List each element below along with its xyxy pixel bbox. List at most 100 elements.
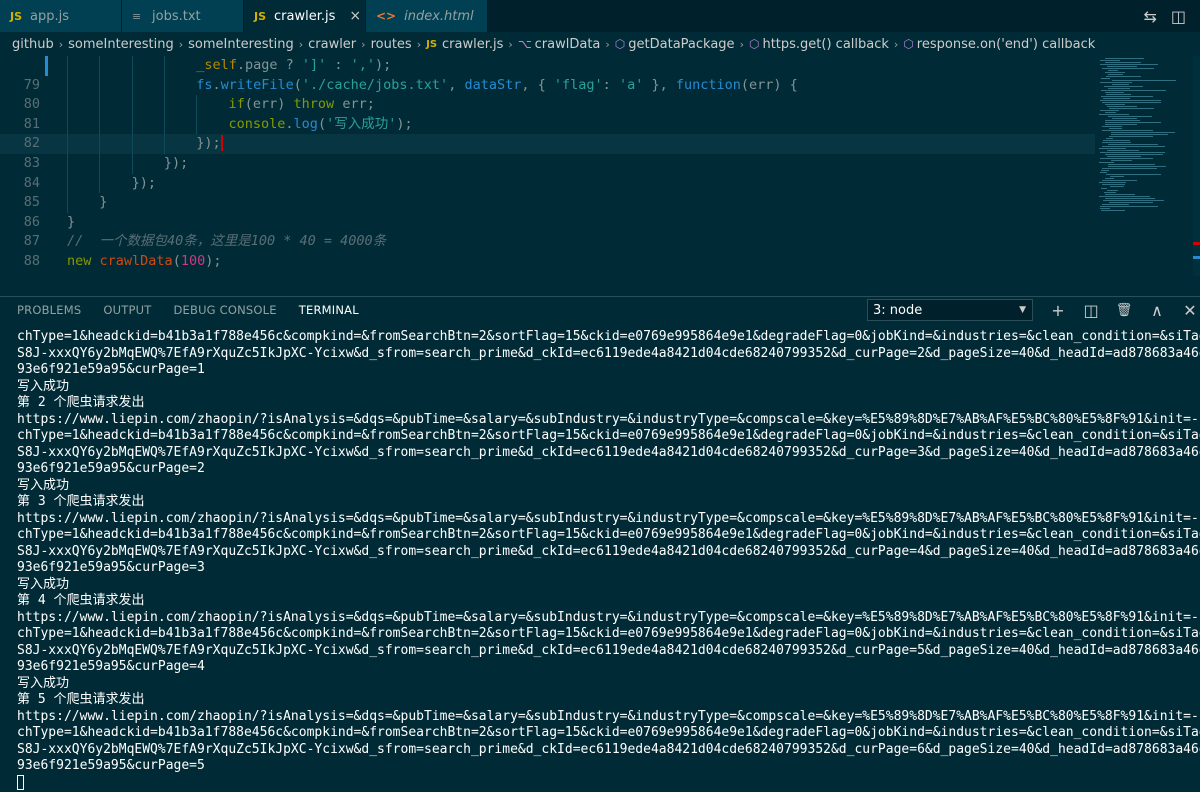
line-number: 80: [23, 96, 40, 113]
code-line[interactable]: _self.page ? ']' : ',');: [0, 56, 1095, 76]
tab-jobs-txt[interactable]: ≡ jobs.txt: [122, 0, 244, 32]
breadcrumb-item[interactable]: routes: [371, 37, 412, 52]
code-line[interactable]: 79 fs.writeFile('./cache/jobs.txt', dataS…: [0, 75, 1095, 96]
minimap-line: [1112, 118, 1137, 119]
minimap-line: [1111, 134, 1168, 135]
code-token: );: [396, 115, 413, 132]
code-line[interactable]: 85}: [0, 193, 1095, 213]
trash-icon[interactable]: 🗑: [1114, 303, 1134, 318]
code-line[interactable]: 81 console.log('写入成功');: [0, 114, 1095, 135]
code-text: fs.writeFile('./cache/jobs.txt', dataStr…: [196, 76, 798, 96]
breadcrumb-symbol[interactable]: crawlData: [535, 37, 601, 52]
indent-guide: [67, 95, 68, 115]
chevron-right-icon: ›: [739, 37, 744, 51]
code-token: fs: [196, 76, 213, 93]
terminal-line: chType=1&headckid=b41b3a1f788e456c&compk…: [17, 329, 1200, 344]
tab-terminal[interactable]: TERMINAL: [299, 303, 359, 317]
minimap-line: [1112, 80, 1176, 81]
method-symbol-icon: ⬡: [903, 37, 914, 51]
code-token: console: [228, 115, 286, 132]
breadcrumb: github › someInteresting › someInteresti…: [0, 32, 1200, 56]
maximize-panel-icon[interactable]: ∧: [1147, 301, 1167, 320]
close-panel-icon[interactable]: ✕: [1180, 301, 1200, 320]
terminal-select[interactable]: 3: node ▼: [867, 299, 1033, 321]
code-token: throw: [293, 96, 335, 113]
terminal-line: S8J-xxxQY6y2bMqEWQ%7EfA9rXquZc5IkJpXC-Yc…: [17, 741, 1200, 757]
indent-guide: [131, 154, 133, 174]
indent-guide: [67, 56, 68, 76]
minimap-line: [1105, 178, 1114, 179]
code-line[interactable]: 87 // 一个数据包40条，这里是100 * 40 = 4000条: [0, 232, 1095, 252]
minimap-line: [1100, 208, 1110, 209]
breadcrumb-symbol[interactable]: getDataPackage: [628, 37, 734, 52]
code-token: _self: [196, 57, 237, 73]
breadcrumb-item[interactable]: github: [12, 37, 54, 52]
breadcrumb-symbol[interactable]: https.get() callback: [762, 37, 888, 52]
tab-problems[interactable]: PROBLEMS: [17, 303, 81, 317]
code-text: });: [196, 134, 223, 154]
code-line[interactable]: 83});: [0, 154, 1095, 174]
breadcrumb-symbol[interactable]: response.on('end') callback: [917, 37, 1096, 52]
breadcrumb-file[interactable]: crawler.js: [442, 37, 503, 52]
code-token: // 一个数据包40条，这里是100 * 40 = 4000条: [67, 233, 387, 250]
terminal-line: 第 2 个爬虫请求发出: [17, 395, 145, 410]
minimap[interactable]: [1095, 56, 1190, 216]
minimap-line: [1100, 60, 1120, 61]
split-editor-icon[interactable]: ◫: [1171, 7, 1186, 26]
tab-output[interactable]: OUTPUT: [103, 303, 151, 317]
code-line[interactable]: 86}: [0, 213, 1095, 233]
tab-debug-console[interactable]: DEBUG CONSOLE: [173, 303, 276, 317]
scrollbar-change-mark: [1193, 256, 1200, 259]
minimap-line: [1105, 112, 1116, 113]
code-token: );: [375, 57, 392, 73]
tab-index-html[interactable]: <> index.html: [366, 0, 488, 32]
code-token: 'a': [618, 76, 644, 93]
tab-crawler-js[interactable]: JS crawler.js ×: [244, 0, 366, 32]
breadcrumb-item[interactable]: crawler: [308, 37, 356, 52]
split-terminal-icon[interactable]: ◫: [1081, 301, 1101, 320]
terminal-line: 第 4 个爬虫请求发出: [17, 593, 145, 608]
minimap-line: [1108, 88, 1130, 89]
code-token: (: [293, 76, 302, 93]
minimap-line: [1099, 182, 1126, 183]
code-token: });: [163, 155, 189, 171]
minimap-line: [1110, 176, 1124, 177]
close-icon[interactable]: ×: [349, 8, 361, 24]
minimap-line: [1102, 184, 1125, 185]
editor-scrollbar[interactable]: [1193, 56, 1200, 276]
minimap-line: [1108, 116, 1152, 117]
code-line[interactable]: 80 if(err) throw err;: [0, 95, 1095, 115]
breadcrumb-item[interactable]: someInteresting: [188, 37, 294, 52]
terminal-line: https://www.liepin.com/zhaopin/?isAnalys…: [17, 609, 1200, 625]
terminal-prompt: [17, 774, 1192, 792]
tab-app-js[interactable]: JS app.js: [0, 0, 122, 32]
code-line[interactable]: 84});: [0, 173, 1095, 194]
panel-header: PROBLEMS OUTPUT DEBUG CONSOLE TERMINAL 3…: [0, 297, 1200, 323]
breadcrumb-item[interactable]: someInteresting: [68, 37, 174, 52]
add-terminal-icon[interactable]: +: [1048, 301, 1068, 320]
code-token: dataStr: [464, 76, 522, 93]
js-file-icon: JS: [426, 38, 438, 50]
minimap-line: [1109, 202, 1153, 203]
minimap-line: [1105, 154, 1163, 155]
line-number: 85: [23, 194, 40, 211]
minimap-line: [1112, 84, 1129, 85]
minimap-line: [1106, 76, 1141, 77]
terminal-output[interactable]: chType=1&headckid=b41b3a1f788e456c&compk…: [17, 329, 1200, 792]
indent-guide: [99, 154, 101, 174]
code-line[interactable]: 88 new crawlData(100);: [0, 252, 1095, 272]
terminal-line: chType=1&headckid=b41b3a1f788e456c&compk…: [17, 725, 1200, 740]
method-symbol-icon: ⬡: [748, 37, 760, 51]
code-text: new crawlData(100);: [67, 252, 221, 272]
compare-changes-icon[interactable]: ⇆: [1143, 7, 1156, 26]
code-line[interactable]: 82});: [0, 134, 1095, 154]
minimap-line: [1102, 68, 1154, 69]
panel-actions: + ◫ 🗑 ∧ ✕: [1048, 299, 1200, 321]
code-editor[interactable]: _self.page ? ']' : ','); 79 fs.writeFile('…: [0, 56, 1200, 276]
minimap-line: [1102, 130, 1153, 131]
minimap-line: [1105, 194, 1135, 195]
indent-guide: [131, 134, 133, 154]
chevron-right-icon: ›: [416, 37, 422, 51]
chevron-right-icon: ›: [893, 37, 899, 51]
